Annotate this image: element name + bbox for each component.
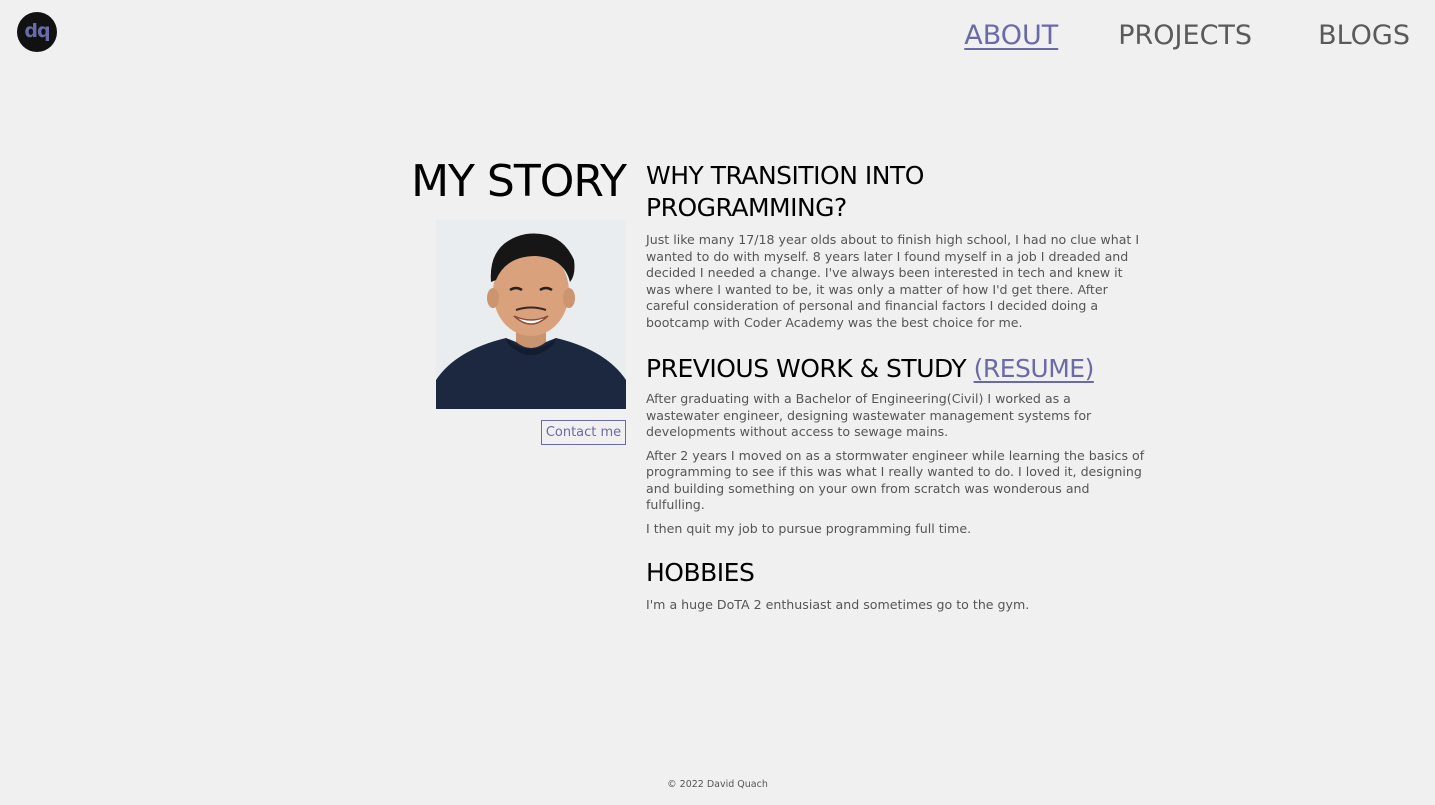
previous-work-paragraph-1: After graduating with a Bachelor of Engi… [646, 391, 1092, 439]
site-logo[interactable]: dq [17, 12, 57, 52]
nav-about-link[interactable]: ABOUT [964, 18, 1058, 54]
hobbies-text: I'm a huge DoTA 2 enthusiast and sometim… [646, 597, 1030, 612]
main-nav: ABOUT PROJECTS BLOGS [964, 18, 1410, 54]
hobbies-heading: HOBBIES [646, 558, 755, 587]
about-page: dq ABOUT PROJECTS BLOGS MY STORY Contact… [0, 0, 1435, 805]
copyright-footer: © 2022 David Quach [667, 779, 768, 790]
resume-link[interactable]: (RESUME) [974, 354, 1095, 383]
previous-work-heading: PREVIOUS WORK & STUDY (RESUME) [646, 353, 1146, 385]
why-programming-section: WHY TRANSITION INTO PROGRAMMING? Just li… [646, 160, 1146, 331]
page-title: MY STORY [411, 156, 627, 207]
previous-work-paragraph-2: After 2 years I moved on as a stormwater… [646, 447, 1145, 513]
profile-photo [436, 220, 626, 409]
story-content: WHY TRANSITION INTO PROGRAMMING? Just li… [646, 160, 1146, 614]
previous-work-title: PREVIOUS WORK & STUDY [646, 354, 967, 383]
portrait-illustration [436, 220, 626, 409]
why-programming-text: Just like many 17/18 year olds about to … [646, 232, 1140, 330]
why-programming-heading: WHY TRANSITION INTO PROGRAMMING? [646, 161, 924, 222]
nav-blogs-link[interactable]: BLOGS [1318, 18, 1410, 54]
story-sidebar: MY STORY Contact me [390, 156, 627, 445]
logo-text: dq [24, 20, 50, 42]
previous-work-paragraph-3: I then quit my job to pursue programming… [646, 520, 972, 536]
hobbies-section: HOBBIES I'm a huge DoTA 2 enthusiast and… [646, 557, 1146, 614]
previous-work-section: PREVIOUS WORK & STUDY (RESUME) After gra… [646, 353, 1146, 537]
contact-me-button[interactable]: Contact me [541, 420, 626, 445]
nav-projects-link[interactable]: PROJECTS [1118, 18, 1252, 54]
